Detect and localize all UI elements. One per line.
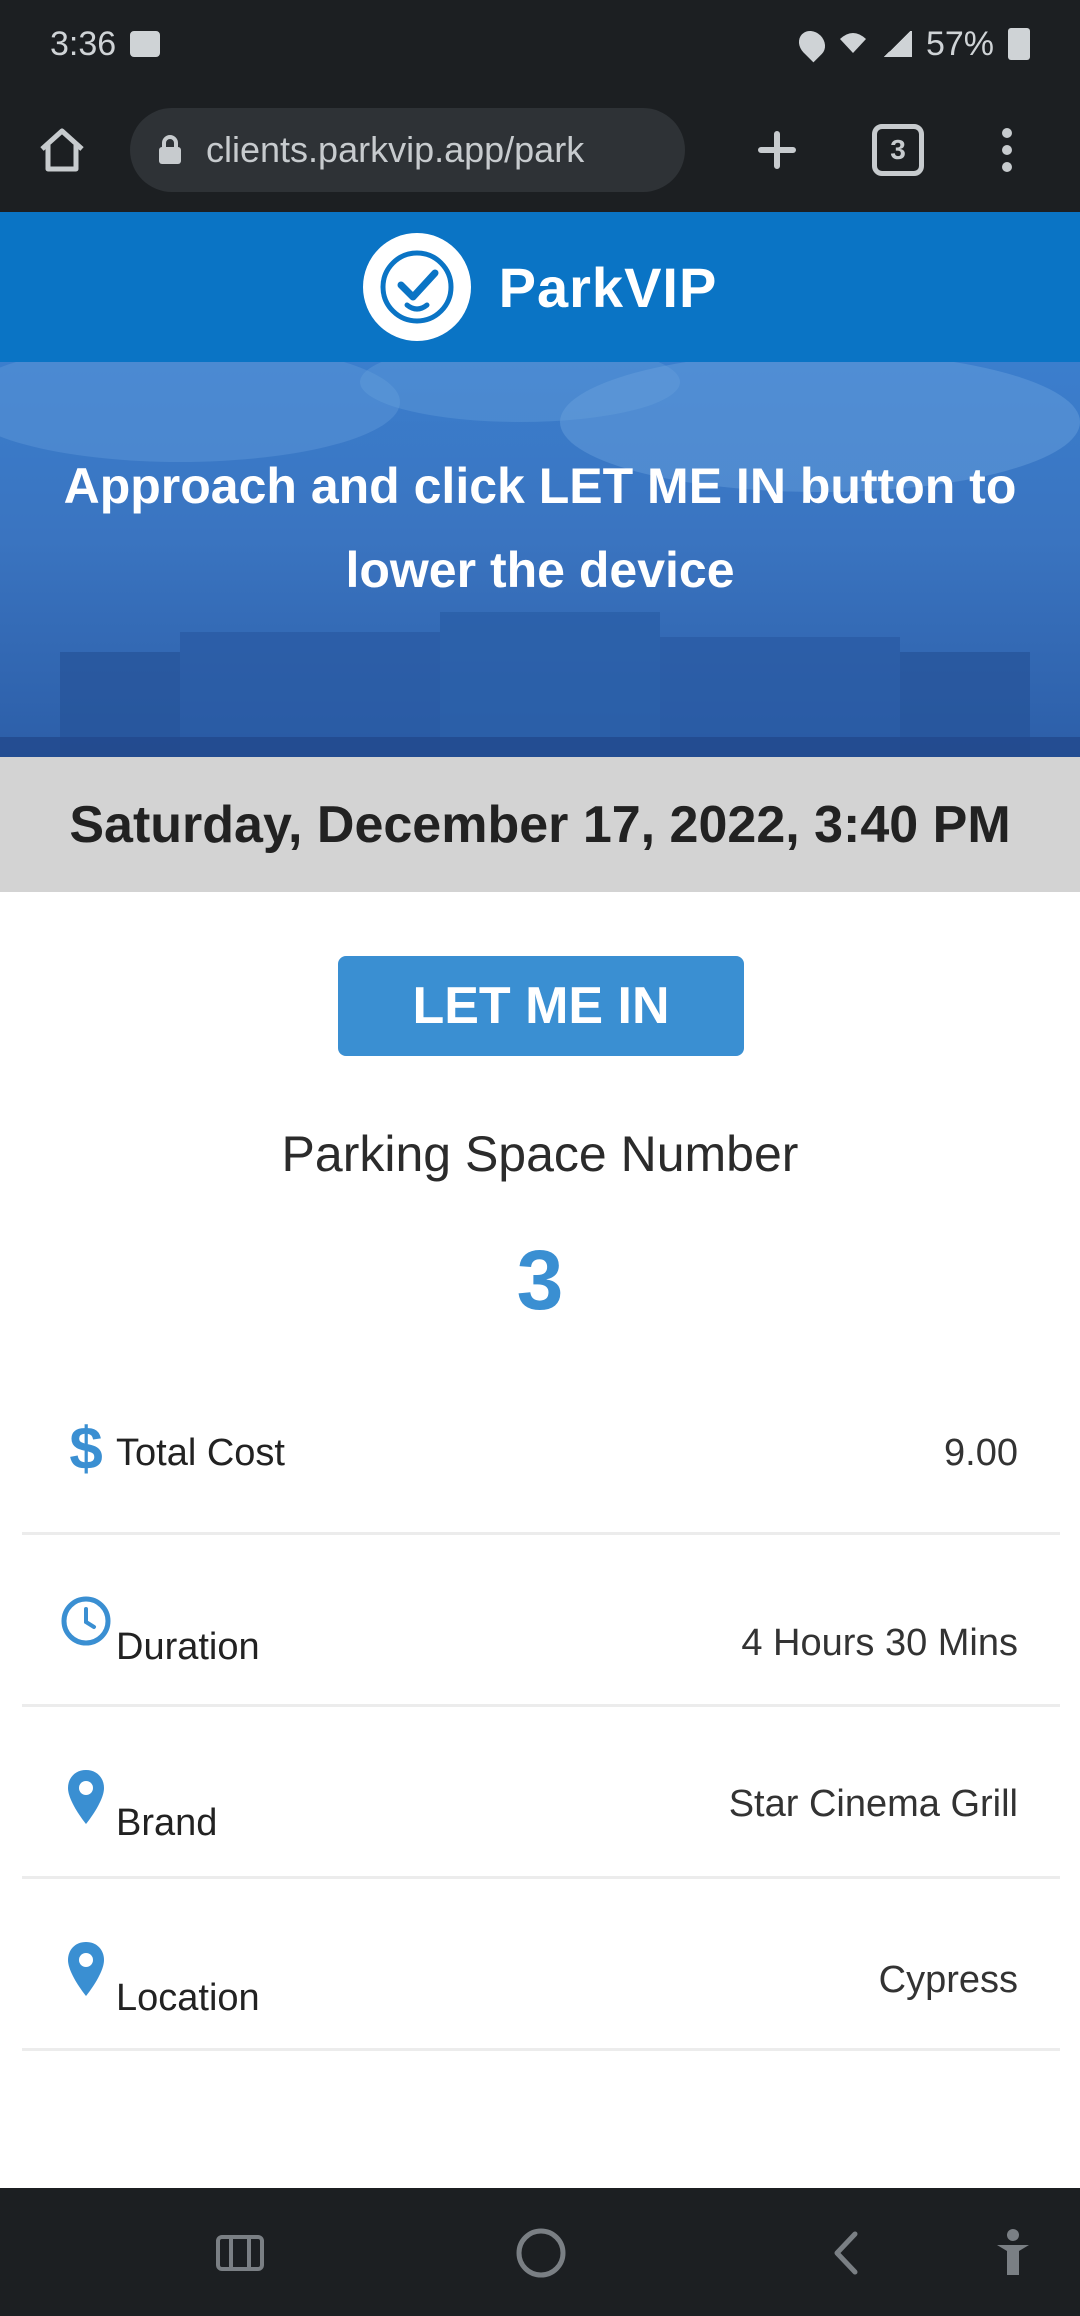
accessibility-nav-button[interactable] [978, 2218, 1048, 2288]
detail-value: 9.00 [944, 1432, 1018, 1474]
location-pin-icon [60, 1767, 112, 1827]
detail-row-brand: Brand Star Cinema Grill [22, 1707, 1060, 1879]
back-icon [834, 2231, 858, 2275]
hero-banner: Approach and click LET ME IN button to l… [0, 362, 1080, 757]
browser-menu-button[interactable] [975, 118, 1039, 182]
brand-name: ParkVIP [498, 255, 718, 319]
location-icon [793, 25, 831, 63]
url-text: clients.parkvip.app/park [206, 129, 585, 170]
accessibility-icon [997, 2229, 1029, 2275]
detail-value: Star Cinema Grill [728, 1783, 1018, 1825]
location-pin-icon [60, 1939, 112, 1999]
signal-icon [881, 31, 912, 57]
hero-message: Approach and click LET ME IN button to l… [63, 458, 1017, 598]
status-time: 3:36 [50, 24, 117, 63]
home-nav-button[interactable] [506, 2218, 576, 2288]
plus-icon [758, 131, 796, 169]
lock-icon [159, 135, 181, 164]
system-nav-bar [0, 2188, 1080, 2316]
status-left: 3:36 [50, 24, 161, 64]
menu-icon [1002, 128, 1012, 172]
tabs-button[interactable]: 3 [866, 118, 930, 182]
date-time-banner: Saturday, December 17, 2022, 3:40 PM [0, 757, 1080, 892]
app-header: ParkVIP [0, 212, 1080, 362]
back-nav-button[interactable] [810, 2218, 880, 2288]
detail-value: Cypress [878, 1959, 1018, 2001]
detail-label: Location [116, 1977, 260, 2019]
battery-icon [1008, 28, 1030, 60]
browser-toolbar: clients.parkvip.app/park 3 [0, 88, 1080, 212]
browser-home-button[interactable] [30, 118, 94, 182]
parking-space-label: Parking Space Number [281, 1126, 799, 1182]
new-tab-button[interactable] [745, 118, 809, 182]
detail-label: Total Cost [116, 1432, 285, 1474]
detail-row-duration: Duration 4 Hours 30 Mins [22, 1535, 1060, 1707]
home-icon [40, 128, 84, 172]
parkvip-logo-icon [362, 233, 471, 341]
detail-value: 4 Hours 30 Mins [741, 1622, 1018, 1664]
status-right: 57% [793, 24, 1030, 64]
let-me-in-button[interactable]: LET ME IN [338, 956, 744, 1056]
clock-icon [60, 1591, 112, 1651]
detail-label: Brand [116, 1802, 218, 1844]
battery-percent: 57% [925, 24, 994, 63]
detail-label: Duration [116, 1626, 260, 1668]
tab-count: 3 [890, 134, 906, 165]
recent-apps-icon [216, 2235, 264, 2271]
detail-row-total-cost: $ Total Cost 9.00 [22, 1363, 1060, 1535]
wifi-icon [838, 25, 868, 64]
svg-text:$: $ [69, 1419, 102, 1479]
detail-row-location: Location Cypress [22, 1879, 1060, 2051]
gallery-icon [130, 31, 161, 57]
home-circle-icon [516, 2228, 566, 2278]
dollar-icon: $ [60, 1419, 112, 1479]
recent-apps-button[interactable] [205, 2218, 275, 2288]
tabs-icon: 3 [872, 124, 924, 176]
parking-space-number: 3 [516, 1233, 564, 1327]
status-bar: 3:36 57% [0, 0, 1080, 88]
date-time-text: Saturday, December 17, 2022, 3:40 PM [69, 795, 1011, 854]
address-bar[interactable]: clients.parkvip.app/park [130, 108, 685, 192]
